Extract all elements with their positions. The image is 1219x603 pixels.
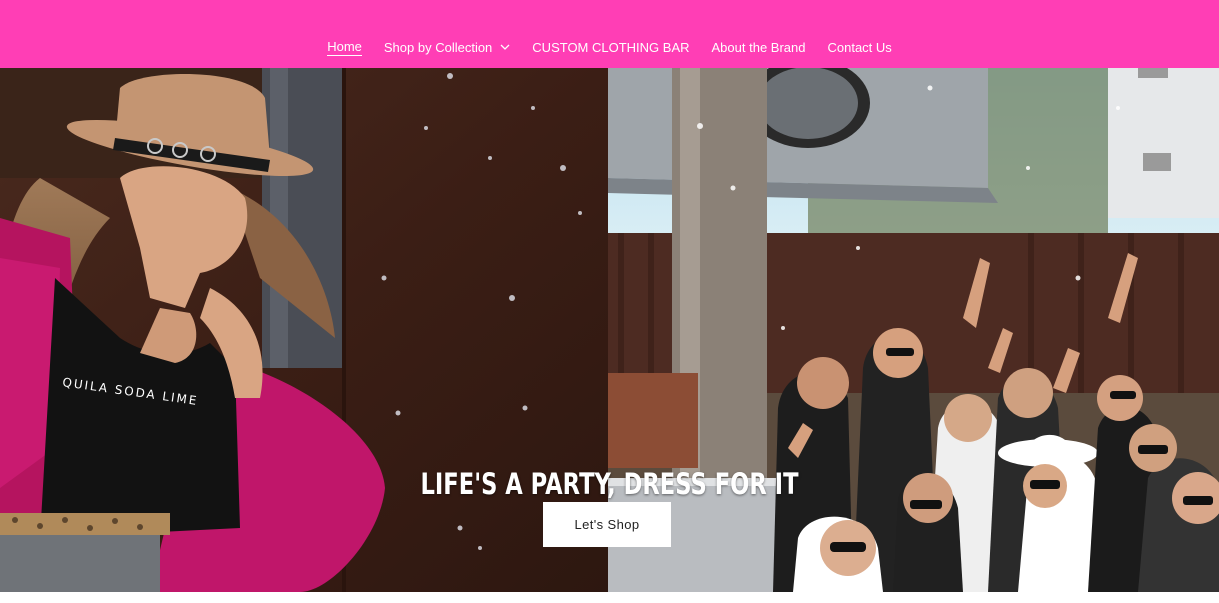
nav-item-shop-by-collection[interactable]: Shop by Collection — [384, 40, 510, 55]
hero-headline: LIFE'S A PARTY, DRESS FOR IT — [420, 467, 799, 502]
lets-shop-button[interactable]: Let's Shop — [543, 502, 671, 547]
nav-item-about-the-brand-label: About the Brand — [711, 39, 806, 55]
nav-item-home[interactable]: Home — [327, 39, 362, 56]
site-header: Home Shop by Collection CUSTOM CLOTHING … — [0, 0, 1219, 68]
nav-item-custom-clothing-bar[interactable]: CUSTOM CLOTHING BAR — [532, 40, 689, 55]
main-nav: Home Shop by Collection CUSTOM CLOTHING … — [0, 0, 1219, 68]
nav-item-contact-us-label: Contact Us — [827, 39, 892, 55]
nav-item-contact-us[interactable]: Contact Us — [827, 40, 891, 55]
nav-item-home-label: Home — [327, 38, 362, 56]
hero-left-photo: QUILA SODA LIME — [0, 68, 608, 592]
hero-image-party-group — [608, 68, 1219, 592]
chevron-down-icon — [500, 44, 510, 50]
hero-image-woman-in-hat: QUILA SODA LIME — [0, 68, 608, 592]
hero-right-photo — [608, 68, 1219, 592]
nav-item-about-the-brand[interactable]: About the Brand — [712, 40, 806, 55]
hero-banner: QUILA SODA LIME LIFE'S A PARTY, DRESS FO… — [0, 68, 1219, 592]
page: Home Shop by Collection CUSTOM CLOTHING … — [0, 0, 1219, 603]
nav-item-custom-clothing-bar-label: CUSTOM CLOTHING BAR — [532, 39, 690, 55]
nav-item-shop-by-collection-label: Shop by Collection — [383, 39, 493, 55]
section-divider — [0, 592, 1219, 603]
